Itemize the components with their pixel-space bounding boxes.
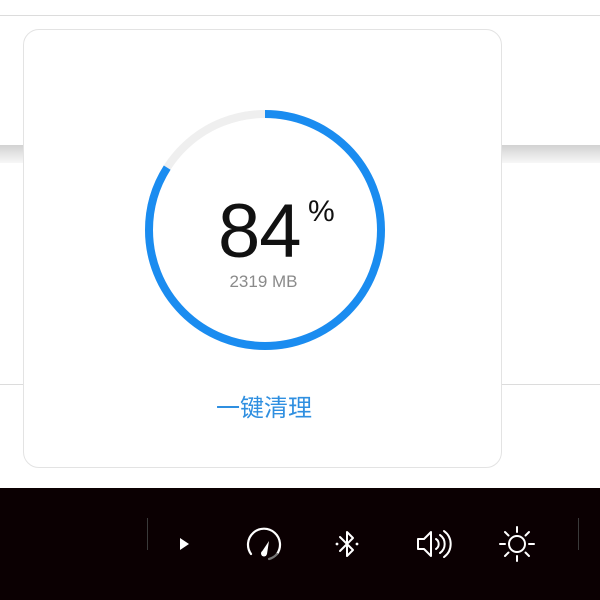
bar-divider (578, 518, 579, 550)
one-key-clean-button[interactable]: 一键清理 (194, 388, 334, 428)
brightness-icon[interactable] (495, 522, 539, 566)
volume-icon[interactable] (411, 522, 455, 566)
memory-percent-value: 84 (218, 189, 302, 274)
play-icon[interactable] (162, 522, 206, 566)
bar-divider (147, 518, 148, 550)
memory-percent: 84 % (24, 192, 503, 272)
memory-percent-sign: % (308, 195, 335, 228)
memory-card: 84 % 2319 MB 一键清理 (23, 29, 502, 468)
system-bar (0, 488, 600, 600)
bluetooth-icon[interactable] (325, 522, 369, 566)
speedometer-icon[interactable] (242, 522, 286, 566)
background-divider (0, 15, 600, 16)
memory-usage-text: 2319 MB (229, 272, 298, 291)
screen: 84 % 2319 MB 一键清理 (0, 0, 600, 600)
